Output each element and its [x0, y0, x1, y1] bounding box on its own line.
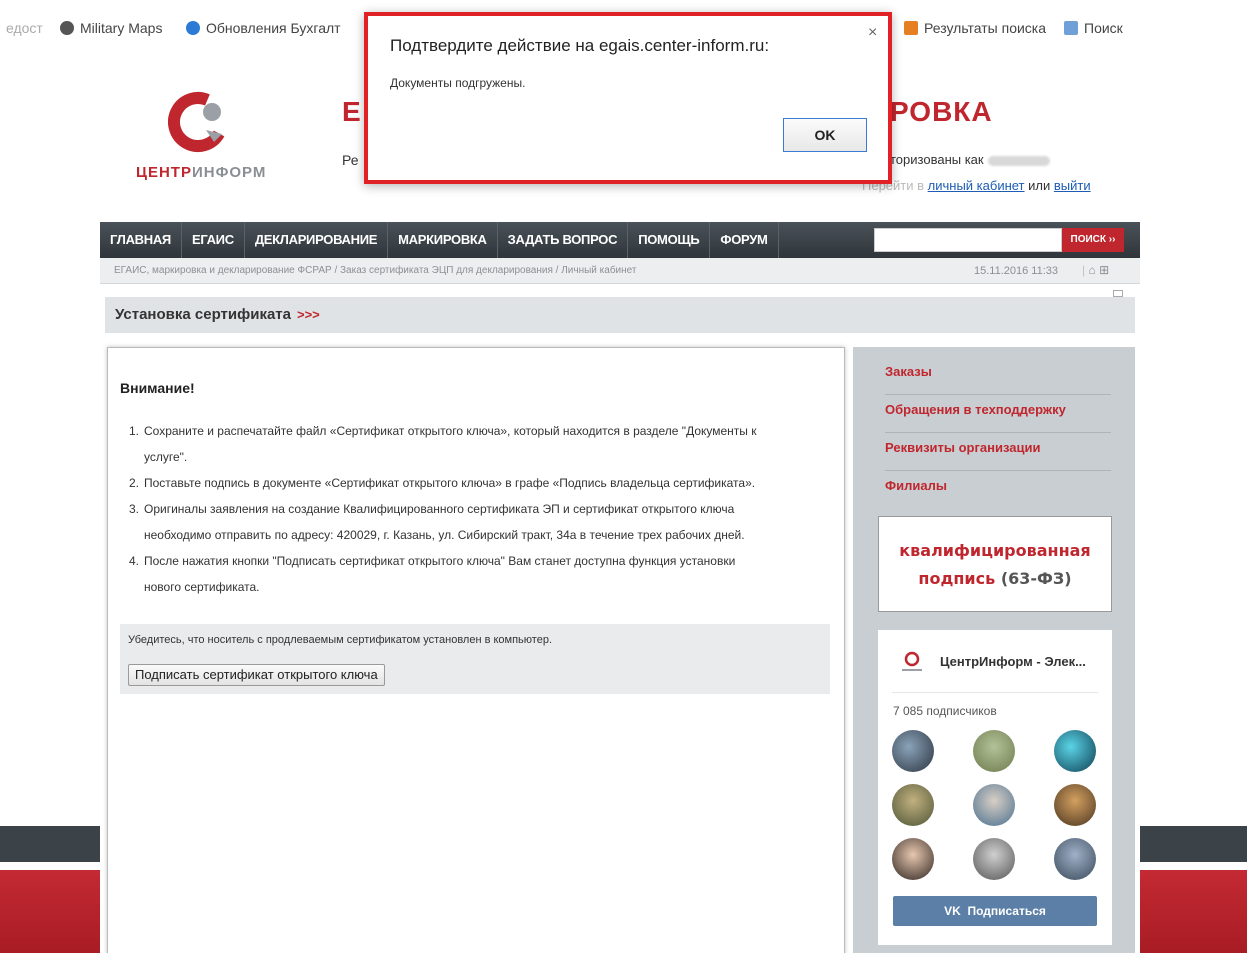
- nav-declaration[interactable]: ДЕКЛАРИРОВАНИЕ: [245, 222, 389, 258]
- breadcrumb: ЕГАИС, маркировка и декларирование ФСРАР…: [114, 265, 637, 276]
- list-item: 2. Поставьте подпись в документе «Сертиф…: [128, 476, 756, 490]
- vk-widget: ЦентрИнформ - Элек... 7 085 подписчиков …: [878, 630, 1112, 945]
- page-title: Установка сертификата >>>: [115, 306, 320, 323]
- attention-heading: Внимание!: [120, 380, 195, 396]
- blurred-username: [987, 155, 1050, 166]
- nav-ask-question[interactable]: ЗАДАТЬ ВОПРОС: [498, 222, 629, 258]
- list-item: 1. Сохраните и распечатайте файл «Сертиф…: [128, 424, 757, 464]
- group-logo-icon: [902, 651, 922, 671]
- search-input[interactable]: [874, 228, 1062, 252]
- sidebar-item-support[interactable]: Обращения в техподдержку: [885, 395, 1111, 433]
- search-button[interactable]: ПОИСК ››: [1062, 228, 1124, 252]
- auth-status: торизованы как: [890, 152, 1050, 167]
- ok-button[interactable]: OK: [783, 118, 867, 152]
- sign-note: Убедитесь, что носитель с продлеваемым с…: [128, 634, 552, 646]
- site-title-left: Е: [342, 96, 361, 127]
- avatar[interactable]: [973, 730, 1015, 772]
- qualified-signature-banner[interactable]: квалифицированная подпись (63-ФЗ): [878, 516, 1112, 612]
- vk-subscribe-button[interactable]: VK Подписаться: [893, 896, 1097, 926]
- site-title-right: РОВКА: [890, 96, 993, 127]
- nav-marking[interactable]: МАРКИРОВКА: [388, 222, 498, 258]
- centrinform-logo-icon: [168, 92, 228, 152]
- avatar[interactable]: [1054, 784, 1096, 826]
- sidebar-item-requisites[interactable]: Реквизиты организации: [885, 433, 1111, 471]
- military-icon: [60, 21, 74, 35]
- avatar[interactable]: [892, 784, 934, 826]
- main-nav: ГЛАВНАЯ ЕГАИС ДЕКЛАРИРОВАНИЕ МАРКИРОВКА …: [100, 222, 1140, 258]
- info-icon: [186, 21, 200, 35]
- bookmark-partial[interactable]: едост: [6, 20, 43, 36]
- vk-subscriber-count: 7 085 подписчиков: [893, 704, 997, 718]
- avatar[interactable]: [892, 730, 934, 772]
- sign-box: Убедитесь, что носитель с продлеваемым с…: [120, 624, 830, 694]
- cabinet-line: Перейти в личный кабинет или выйти: [862, 178, 1091, 193]
- confirm-dialog: Подтвердите действие на egais.center-inf…: [364, 12, 892, 184]
- logo-text: ЦЕНТРИНФОРМ: [136, 164, 267, 181]
- nav-main[interactable]: ГЛАВНАЯ: [100, 222, 182, 258]
- avatar[interactable]: [973, 784, 1015, 826]
- sidebar-item-branches[interactable]: Филиалы: [885, 471, 1111, 509]
- instructions-panel: Внимание! 1. Сохраните и распечатайте фа…: [107, 347, 845, 953]
- steps-list: 1. Сохраните и распечатайте файл «Сертиф…: [124, 418, 832, 600]
- avatar[interactable]: [892, 838, 934, 880]
- nav-help[interactable]: ПОМОЩЬ: [628, 222, 711, 258]
- bookmark-military-maps[interactable]: Military Maps: [60, 20, 162, 36]
- sidebar: Заказы Обращения в техподдержку Реквизит…: [853, 347, 1135, 953]
- bookmark-updates[interactable]: Обновления Бухгалт: [186, 20, 341, 36]
- bookmark-search-results[interactable]: Результаты поиска: [904, 20, 1046, 36]
- nav-forum[interactable]: ФОРУМ: [710, 222, 779, 258]
- avatar[interactable]: [1054, 838, 1096, 880]
- list-item: 3. Оригиналы заявления на создание Квали…: [128, 502, 745, 542]
- dialog-title: Подтвердите действие на egais.center-inf…: [390, 36, 770, 55]
- avatar[interactable]: [1054, 730, 1096, 772]
- cabinet-link[interactable]: личный кабинет: [928, 178, 1025, 193]
- breadcrumb-bar: ЕГАИС, маркировка и декларирование ФСРАР…: [100, 258, 1140, 284]
- section-title-bar: Установка сертификата >>>: [105, 297, 1135, 333]
- nav-egais[interactable]: ЕГАИС: [182, 222, 245, 258]
- site-subtitle: Ре: [342, 152, 359, 168]
- close-icon[interactable]: ×: [868, 24, 877, 42]
- sign-certificate-button[interactable]: Подписать сертификат открытого ключа: [128, 664, 385, 686]
- list-item: 4. После нажатия кнопки "Подписать серти…: [128, 554, 736, 594]
- avatar[interactable]: [973, 838, 1015, 880]
- home-icon[interactable]: ⌂: [1088, 263, 1095, 277]
- mail-icon[interactable]: [1113, 290, 1123, 297]
- sidebar-item-orders[interactable]: Заказы: [885, 357, 1111, 395]
- logout-link[interactable]: выйти: [1054, 178, 1091, 193]
- search-results-icon: [904, 21, 918, 35]
- dialog-message: Документы подгружены.: [390, 76, 526, 90]
- sitemap-icon[interactable]: ⊞: [1099, 263, 1109, 277]
- search-page-icon: [1064, 21, 1078, 35]
- vk-group-name[interactable]: ЦентрИнформ - Элек...: [940, 654, 1086, 669]
- vk-icon: VK: [944, 904, 961, 918]
- datetime: 15.11.2016 11:33: [974, 265, 1059, 277]
- bookmark-search[interactable]: Поиск: [1064, 20, 1123, 36]
